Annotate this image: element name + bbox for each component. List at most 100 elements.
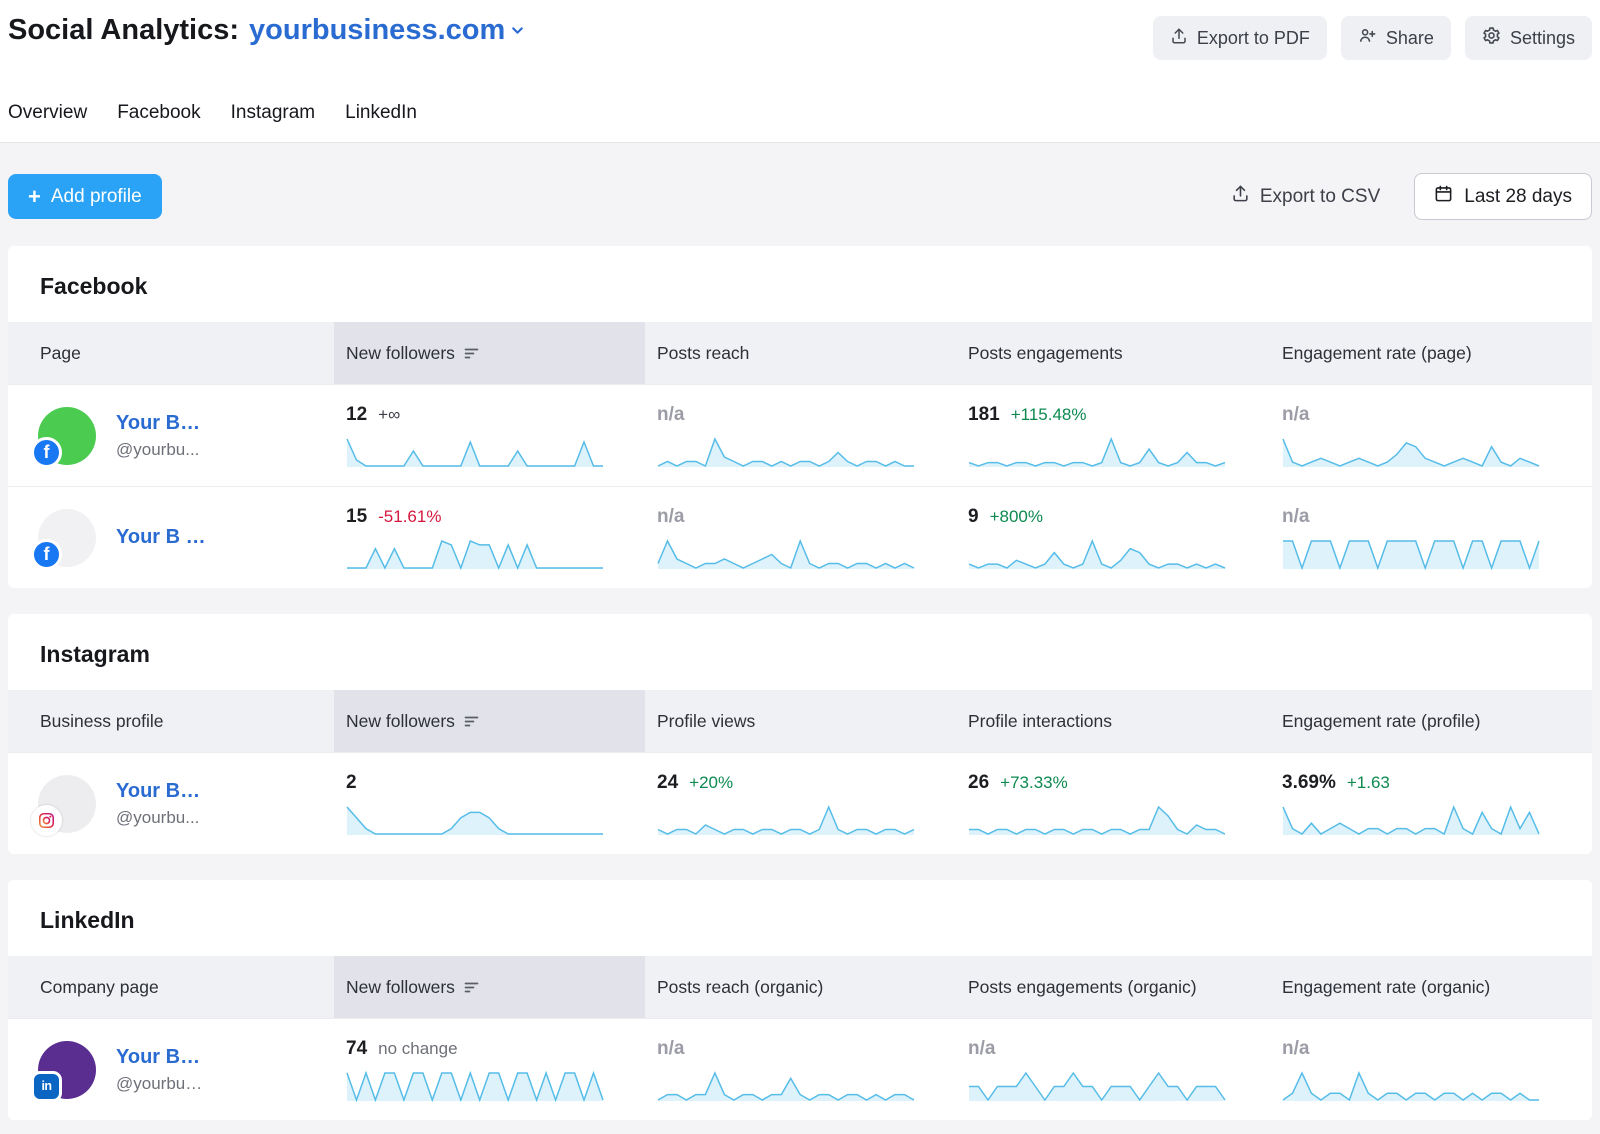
facebook-badge-icon: f: [31, 437, 62, 468]
column-header[interactable]: Engagement rate (profile): [1270, 690, 1592, 752]
metric-value: 2: [346, 772, 357, 794]
tab-linkedin[interactable]: LinkedIn: [345, 102, 417, 124]
metric-value: n/a: [968, 1038, 995, 1060]
metric-change: +800%: [990, 507, 1043, 527]
metric-change: +∞: [378, 405, 400, 425]
export-csv-label: Export to CSV: [1260, 186, 1380, 208]
table-row: inYour B…@yourbu…74no changen/an/an/a: [8, 1018, 1592, 1120]
sparkline-chart: [346, 536, 604, 570]
column-header[interactable]: Engagement rate (organic): [1270, 956, 1592, 1018]
sort-icon: [464, 347, 479, 360]
sparkline-chart: [968, 434, 1226, 468]
metric-change: no change: [378, 1039, 457, 1059]
column-header[interactable]: Posts engagements (organic): [956, 956, 1270, 1018]
metric-value: n/a: [1282, 1038, 1309, 1060]
metric-cell: n/a: [1270, 404, 1592, 468]
column-header[interactable]: New followers: [334, 690, 645, 752]
avatar: [38, 775, 96, 833]
sparkline-chart: [1282, 434, 1540, 468]
column-header[interactable]: Profile interactions: [956, 690, 1270, 752]
metric-value: n/a: [657, 1038, 684, 1060]
column-header[interactable]: New followers: [334, 956, 645, 1018]
sparkline-chart: [657, 536, 915, 570]
column-header[interactable]: Posts engagements: [956, 322, 1270, 384]
chevron-down-icon: [509, 14, 526, 47]
metric-cell: 26 +73.33%: [956, 772, 1270, 836]
date-range-button[interactable]: Last 28 days: [1414, 173, 1592, 220]
metric-cell: n/a: [645, 404, 956, 468]
avatar: f: [38, 509, 96, 567]
metric-value: 12: [346, 404, 367, 426]
metric-cell: 2: [334, 772, 645, 836]
metric-cell: 12 +∞: [334, 404, 645, 468]
section-title: Instagram: [8, 614, 1592, 690]
sparkline-chart: [657, 434, 915, 468]
sparkline-chart: [1282, 536, 1540, 570]
export-icon: [1170, 27, 1188, 50]
metric-value: 3.69%: [1282, 772, 1336, 794]
metric-value: 15: [346, 506, 367, 528]
column-header[interactable]: Posts reach: [645, 322, 956, 384]
profile-name-link[interactable]: Your B …: [116, 526, 206, 549]
table-row: fYour B …15-51.61%n/a9+800%n/a: [8, 486, 1592, 588]
section-facebook: FacebookPageNew followersPosts reachPost…: [8, 246, 1592, 588]
sort-icon: [464, 981, 479, 994]
metric-cell: 181+115.48%: [956, 404, 1270, 468]
metric-change: -51.61%: [378, 507, 441, 527]
sparkline-chart: [657, 802, 915, 836]
metric-value: n/a: [657, 404, 684, 426]
metric-change: +115.48%: [1011, 405, 1087, 425]
tab-instagram[interactable]: Instagram: [231, 102, 315, 124]
metric-cell: 74no change: [334, 1038, 645, 1102]
export-pdf-button[interactable]: Export to PDF: [1153, 16, 1327, 60]
tab-overview[interactable]: Overview: [8, 102, 87, 124]
section-linkedin: LinkedInCompany pageNew followersPosts r…: [8, 880, 1592, 1120]
share-button[interactable]: Share: [1341, 16, 1451, 60]
column-header[interactable]: Posts reach (organic): [645, 956, 956, 1018]
sparkline-chart: [346, 1068, 604, 1102]
project-domain-dropdown[interactable]: yourbusiness.com: [249, 14, 526, 47]
profile-name-link[interactable]: Your B…: [116, 780, 200, 803]
export-icon: [1231, 184, 1250, 209]
metric-cell: 9+800%: [956, 506, 1270, 570]
metric-cell: 15 -51.61%: [334, 506, 645, 570]
profile-handle: @yourbu...: [116, 808, 200, 828]
date-range-label: Last 28 days: [1464, 186, 1572, 208]
column-header-instagram-entity[interactable]: Business profile: [8, 690, 334, 752]
export-csv-button[interactable]: Export to CSV: [1231, 184, 1380, 209]
metric-cell: n/a: [645, 1038, 956, 1102]
table-header: Business profileNew followersProfile vie…: [8, 690, 1592, 752]
profile-name-link[interactable]: Your B…: [116, 412, 200, 435]
section-title: Facebook: [8, 246, 1592, 322]
metric-cell: 3.69%+1.63: [1270, 772, 1592, 836]
sparkline-chart: [346, 802, 604, 836]
sparkline-chart: [1282, 802, 1540, 836]
export-pdf-label: Export to PDF: [1197, 28, 1310, 49]
column-header-linkedin-entity[interactable]: Company page: [8, 956, 334, 1018]
avatar: in: [38, 1041, 96, 1099]
page-title-text: Social Analytics:: [8, 14, 239, 47]
instagram-badge-icon: [31, 805, 62, 836]
table-header: Company pageNew followersPosts reach (or…: [8, 956, 1592, 1018]
sparkline-chart: [1282, 1068, 1540, 1102]
person-plus-icon: [1358, 26, 1377, 50]
metric-value: 26: [968, 772, 989, 794]
sparkline-chart: [968, 802, 1226, 836]
settings-button[interactable]: Settings: [1465, 16, 1592, 60]
page-title: Social Analytics: yourbusiness.com: [8, 14, 526, 47]
table-header: PageNew followersPosts reachPosts engage…: [8, 322, 1592, 384]
avatar: f: [38, 407, 96, 465]
column-header[interactable]: New followers: [334, 322, 645, 384]
topbar: Social Analytics: yourbusiness.com Expor…: [8, 14, 1592, 60]
plus-icon: +: [28, 186, 41, 208]
column-header[interactable]: Profile views: [645, 690, 956, 752]
column-header-facebook-entity[interactable]: Page: [8, 322, 334, 384]
tab-facebook[interactable]: Facebook: [117, 102, 200, 124]
add-profile-button[interactable]: + Add profile: [8, 174, 162, 219]
sparkline-chart: [968, 536, 1226, 570]
profile-name-link[interactable]: Your B…: [116, 1046, 202, 1069]
sort-icon: [464, 715, 479, 728]
sparkline-chart: [657, 1068, 915, 1102]
column-header[interactable]: Engagement rate (page): [1270, 322, 1592, 384]
metric-change: +73.33%: [1000, 773, 1068, 793]
